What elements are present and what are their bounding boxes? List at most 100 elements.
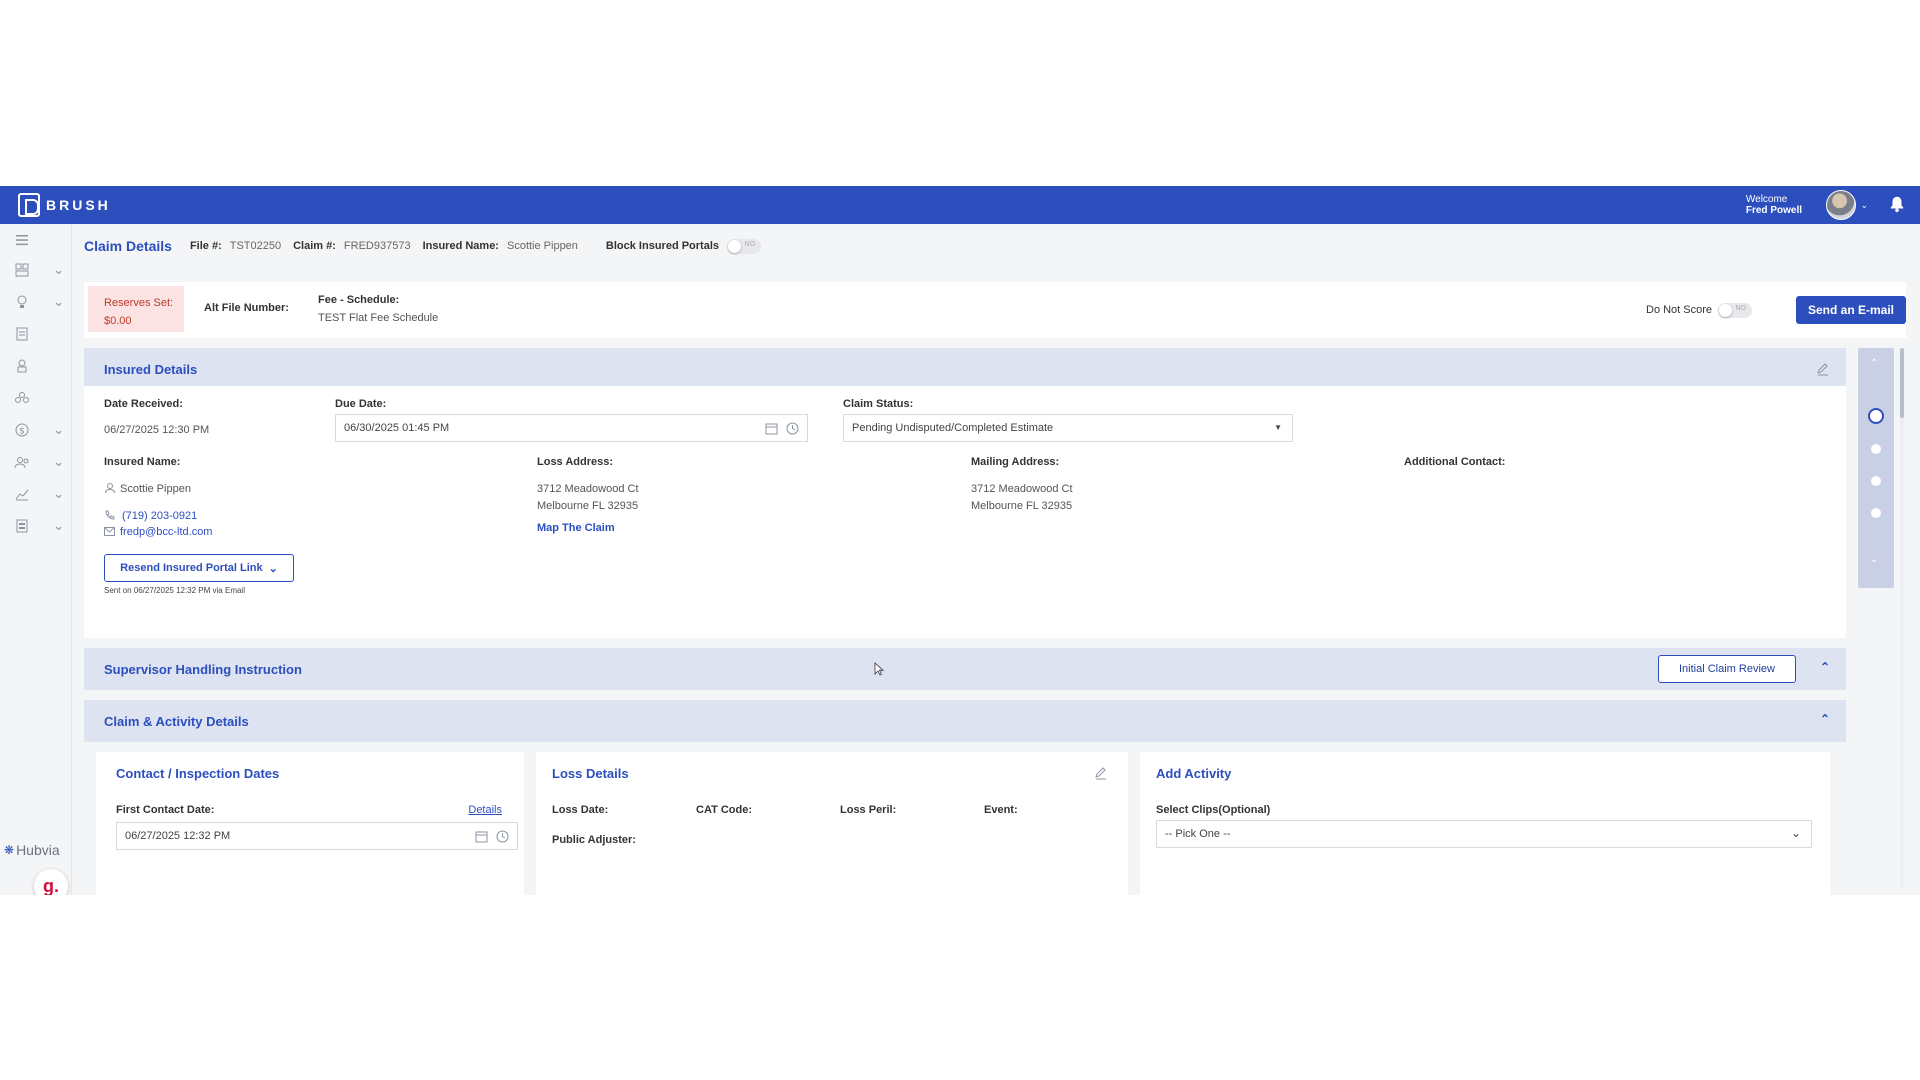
chevron-down-icon[interactable]: ⌄ [53,454,64,470]
claim-status-value: Pending Undisputed/Completed Estimate [852,422,1054,434]
report-icon [16,519,28,533]
caret-down-icon[interactable]: ▼ [1274,423,1282,432]
sidebar-item-badge[interactable] [14,356,64,376]
scrollbar-thumb[interactable] [1900,348,1904,418]
add-activity-card: Add Activity Select Clips(Optional) -- P… [1140,752,1830,895]
file-label: File #: [189,240,222,252]
sidebar-item-finance[interactable]: $ ⌄ [14,420,64,440]
dashboard-icon [15,263,29,277]
claim-activity-title: Claim & Activity Details [104,713,249,729]
sidebar-menu-toggle[interactable] [14,230,64,250]
select-clips-label: Select Clips(Optional) [1156,804,1271,816]
resend-portal-link-button[interactable]: Resend Insured Portal Link ⌄ [104,554,294,582]
avatar[interactable] [1826,190,1856,220]
hubvia-logo[interactable]: ❋ Hubvia [4,842,60,858]
due-date-field[interactable]: 06/30/2025 01:45 PM [335,414,808,442]
bell-icon[interactable] [1888,195,1906,213]
chevron-down-icon[interactable]: ⌄ [1791,826,1801,840]
chevron-up-icon[interactable]: ⌃ [1820,712,1830,726]
chevron-down-icon[interactable]: ⌄ [53,262,64,278]
loss-address-line1: 3712 Meadowood Ct [537,483,639,495]
details-link[interactable]: Details [468,804,502,816]
dollar-icon: $ [15,423,29,437]
due-date-label: Due Date: [335,398,387,410]
lightbulb-icon [17,295,27,308]
sidebar-item-reports[interactable]: ⌄ [14,516,64,536]
select-clips-value: -- Pick One -- [1165,828,1231,840]
sidebar-item-documents[interactable] [14,324,64,344]
claim-activity-header[interactable]: Claim & Activity Details ⌃ [84,700,1846,742]
sent-note: Sent on 06/27/2025 12:32 PM via Email [104,586,245,595]
clock-icon[interactable] [496,830,509,843]
insured-details-header[interactable]: Insured Details [84,348,1846,390]
stepper-dot[interactable] [1871,476,1881,486]
stepper-dot[interactable] [1871,444,1881,454]
do-not-score-label: Do Not Score [1646,304,1713,316]
sidebar-item-group[interactable] [14,388,64,408]
edit-icon[interactable] [1094,766,1108,780]
page-scrollbar[interactable] [1900,348,1904,888]
mouse-cursor-icon [874,662,884,676]
users-icon [14,457,29,469]
map-the-claim-link[interactable]: Map The Claim [537,522,615,534]
initial-claim-review-button[interactable]: Initial Claim Review [1658,655,1796,683]
sidebar-item-dashboard[interactable]: ⌄ [14,260,64,280]
resend-portal-link-label: Resend Insured Portal Link [120,562,263,574]
loss-address-label: Loss Address: [537,456,614,468]
claim-status-select[interactable]: Pending Undisputed/Completed Estimate ▼ [843,414,1293,442]
claim-label: Claim #: [293,240,336,252]
loss-address-line2: Melbourne FL 32935 [537,500,639,512]
claim-info-bar: Reserves Set: $0.00 Alt File Number: Fee… [84,282,1906,338]
chevron-down-icon[interactable]: ⌄ [1870,554,1878,565]
send-email-button[interactable]: Send an E-mail [1796,296,1906,324]
insured-phone[interactable]: (719) 203-0921 [122,510,197,522]
sidebar-item-analytics[interactable]: ⌄ [14,484,64,504]
claim-status-label: Claim Status: [843,398,914,410]
chevron-down-icon[interactable]: ⌄ [53,422,64,438]
chevron-up-icon[interactable]: ⌃ [1870,358,1878,369]
stepper-dot-active[interactable] [1868,408,1884,424]
calendar-icon[interactable] [475,830,488,843]
g-chat-badge[interactable]: g. [34,869,68,895]
supervisor-instruction-header[interactable]: Supervisor Handling Instruction Initial … [84,648,1846,690]
date-received-value: 06/27/2025 12:30 PM [104,424,210,436]
event-label: Event: [984,804,1018,816]
insured-name-value: Scottie Pippen [120,483,191,495]
clock-icon[interactable] [786,422,799,435]
first-contact-date-field[interactable]: 06/27/2025 12:32 PM [116,822,518,850]
document-icon [16,327,28,341]
mailing-address-line1: 3712 Meadowood Ct [971,483,1073,495]
chevron-down-icon[interactable]: ⌄ [1860,200,1868,211]
insured-email[interactable]: fredp@bcc-ltd.com [120,526,212,538]
brush-logo[interactable]: BRUSH [18,193,111,217]
brush-logo-icon [18,193,40,217]
reserves-value: $0.00 [104,315,132,327]
loss-details-card: Loss Details Loss Date: CAT Code: Loss P… [536,752,1128,895]
reserves-label: Reserves Set: [104,297,174,309]
chevron-down-icon[interactable]: ⌄ [53,294,64,310]
stepper-dot[interactable] [1871,508,1881,518]
contact-inspection-card: Contact / Inspection Dates First Contact… [96,752,524,895]
chevron-down-icon[interactable]: ⌄ [53,518,64,534]
sidebar-item-users[interactable]: ⌄ [14,452,64,472]
sidebar: ⌄ ⌄ $ ⌄ ⌄ ⌄ ⌄ ❋ Hubvia g. [0,224,72,895]
block-portals-toggle[interactable]: NO [727,238,762,254]
add-activity-title: Add Activity [1156,766,1232,781]
select-clips-dropdown[interactable]: -- Pick One -- ⌄ [1156,820,1812,848]
do-not-score-toggle[interactable]: NO [1718,303,1752,318]
calendar-icon[interactable] [765,422,778,435]
edit-icon[interactable] [1816,362,1830,376]
hubvia-icon: ❋ [4,843,15,857]
sidebar-item-ideas[interactable]: ⌄ [14,292,64,312]
claim-header-bar: Claim Details File #: TST02250 Claim #: … [84,236,762,256]
logo-text: BRUSH [46,197,111,213]
date-received-label: Date Received: [104,398,183,410]
chevron-up-icon[interactable]: ⌃ [1820,660,1830,674]
section-stepper: ⌃ ⌄ [1858,348,1894,588]
insured-details-title: Insured Details [104,361,198,377]
mailing-address-line2: Melbourne FL 32935 [971,500,1073,512]
hubvia-text: Hubvia [16,842,60,858]
group-icon [15,392,29,403]
chevron-down-icon[interactable]: ⌄ [53,486,64,502]
hamburger-icon[interactable] [14,232,30,248]
